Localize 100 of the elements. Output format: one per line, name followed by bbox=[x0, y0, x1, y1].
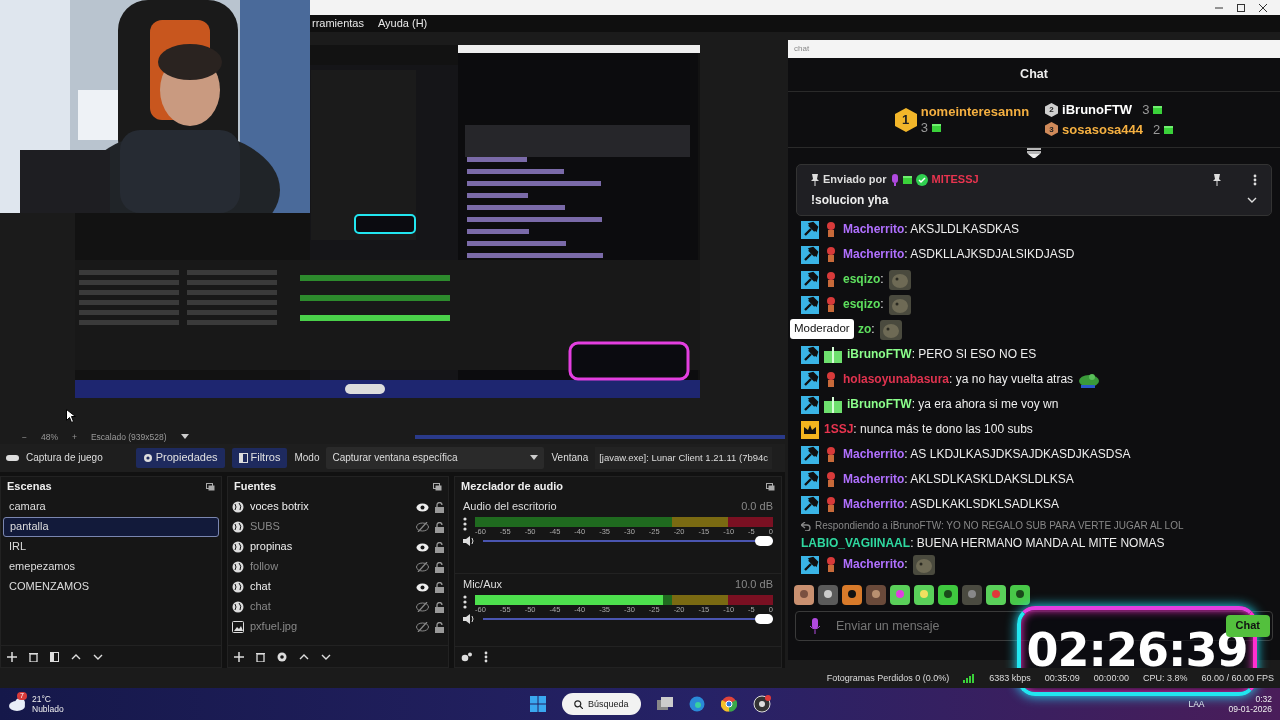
menu-item[interactable]: Ayuda (H) bbox=[377, 16, 428, 31]
emote-icon[interactable] bbox=[938, 585, 958, 605]
speaker-icon[interactable] bbox=[463, 614, 475, 625]
lock-icon[interactable] bbox=[435, 521, 444, 533]
undock-icon[interactable] bbox=[433, 483, 442, 491]
task-view-icon[interactable] bbox=[656, 697, 673, 711]
filters-button[interactable]: Filtros bbox=[231, 448, 288, 468]
mode-dropdown[interactable]: Capturar ventana específica bbox=[326, 447, 545, 469]
microphone-icon bbox=[890, 173, 899, 186]
more-icon[interactable] bbox=[463, 517, 467, 532]
add-icon[interactable] bbox=[234, 651, 244, 662]
more-icon[interactable] bbox=[484, 650, 488, 663]
lock-icon[interactable] bbox=[435, 501, 444, 513]
eye-icon[interactable] bbox=[416, 582, 429, 592]
lock-icon[interactable] bbox=[435, 561, 444, 573]
chevron-up-icon[interactable] bbox=[299, 653, 309, 660]
address-bar[interactable]: chat bbox=[788, 40, 1280, 58]
panel-title: Mezclador de audio bbox=[461, 480, 564, 494]
scene-item[interactable]: pantalla bbox=[3, 517, 219, 537]
gift-icon bbox=[1164, 124, 1174, 134]
emote-icon[interactable] bbox=[818, 585, 838, 605]
close-icon[interactable] bbox=[1258, 2, 1268, 13]
emote-icon[interactable] bbox=[842, 585, 862, 605]
gears-icon[interactable] bbox=[461, 651, 472, 662]
scene-item[interactable]: emepezamos bbox=[3, 557, 219, 577]
menu-item[interactable]: rramientas bbox=[312, 16, 364, 31]
source-item[interactable]: pxfuel.jpg bbox=[250, 620, 410, 634]
clock-time[interactable]: 0:32 bbox=[1255, 693, 1272, 704]
leader-name: nomeinteresannn bbox=[920, 103, 1030, 120]
eye-off-icon[interactable] bbox=[416, 522, 429, 532]
trash-icon[interactable] bbox=[29, 651, 38, 662]
undock-icon[interactable] bbox=[206, 483, 215, 491]
source-item[interactable]: voces botrix bbox=[250, 500, 410, 514]
volume-slider[interactable] bbox=[483, 536, 773, 547]
bitrate: 6383 kbps bbox=[989, 672, 1031, 684]
scene-item[interactable]: camara bbox=[3, 497, 219, 517]
filter-icon[interactable] bbox=[50, 651, 59, 662]
gear-icon[interactable] bbox=[277, 651, 287, 662]
maximize-icon[interactable] bbox=[1236, 2, 1246, 13]
source-item[interactable]: chat bbox=[250, 580, 410, 594]
search-icon bbox=[574, 699, 583, 709]
tooltip: Moderador bbox=[790, 319, 854, 339]
undock-icon[interactable] bbox=[766, 482, 775, 491]
source-item[interactable]: follow bbox=[250, 560, 410, 574]
eye-off-icon[interactable] bbox=[416, 562, 429, 572]
more-icon[interactable] bbox=[463, 595, 467, 610]
eye-off-icon[interactable] bbox=[416, 622, 429, 632]
source-item[interactable]: SUBS bbox=[250, 520, 410, 534]
zoom-level: 48% bbox=[40, 431, 58, 443]
emote-icon[interactable] bbox=[866, 585, 886, 605]
chat-message: LABIO_VAGIINAAL: BUENA HERMANO MANDA AL MITE NOMAS bbox=[801, 536, 1165, 551]
source-item[interactable]: chat bbox=[250, 600, 410, 614]
emote-icon[interactable] bbox=[962, 585, 982, 605]
chevron-down-icon[interactable] bbox=[1247, 196, 1257, 203]
panel-title: Escenas bbox=[7, 480, 52, 494]
speaker-icon[interactable] bbox=[463, 536, 475, 547]
volume-slider[interactable] bbox=[483, 614, 773, 625]
emote-icon[interactable] bbox=[890, 585, 910, 605]
slider-thumb[interactable] bbox=[755, 536, 773, 547]
cloud-icon[interactable] bbox=[8, 697, 28, 711]
properties-button[interactable]: Propiedades bbox=[135, 448, 225, 468]
emote-icon[interactable] bbox=[914, 585, 934, 605]
eye-icon[interactable] bbox=[416, 502, 429, 512]
chevron-down-icon[interactable] bbox=[321, 653, 331, 660]
chevron-up-icon[interactable] bbox=[71, 653, 81, 660]
chevron-down-icon[interactable] bbox=[93, 653, 103, 660]
browser-icon[interactable] bbox=[720, 696, 737, 712]
lock-icon[interactable] bbox=[435, 581, 444, 593]
zoom-out-button[interactable]: − bbox=[22, 431, 27, 443]
clock-date[interactable]: 09-01-2026 bbox=[1228, 704, 1272, 715]
scrollbar[interactable] bbox=[415, 435, 785, 439]
eye-icon[interactable] bbox=[416, 542, 429, 552]
emote-icon[interactable] bbox=[1010, 585, 1030, 605]
caret-icon[interactable] bbox=[180, 434, 189, 440]
lock-icon[interactable] bbox=[435, 541, 444, 553]
browser-icon[interactable] bbox=[688, 696, 705, 712]
slider-thumb[interactable] bbox=[755, 614, 773, 625]
rank-number: 2 bbox=[1049, 104, 1054, 115]
microphone-icon[interactable] bbox=[810, 618, 820, 634]
signal-icon bbox=[963, 673, 976, 683]
language-indicator[interactable]: LAA bbox=[1188, 698, 1205, 710]
emote-icon[interactable] bbox=[794, 585, 814, 605]
lock-icon[interactable] bbox=[435, 601, 444, 613]
search-field[interactable]: Búsqueda bbox=[562, 693, 641, 715]
zoom-in-button[interactable]: + bbox=[72, 431, 77, 443]
window-dropdown[interactable]: [javaw.exe]: Lunar Client 1.21.11 (7b94c bbox=[595, 447, 773, 469]
scroll-down-icon[interactable] bbox=[1027, 148, 1041, 158]
chat-message: Macherrito: AKSJLDLKASDKAS bbox=[843, 222, 1020, 237]
recorder-icon[interactable] bbox=[752, 695, 771, 713]
emote-icon[interactable] bbox=[986, 585, 1006, 605]
scene-item[interactable]: IRL bbox=[3, 537, 219, 557]
leader-name: sosasosa444 bbox=[1062, 121, 1144, 138]
trash-icon[interactable] bbox=[256, 651, 265, 662]
scene-item[interactable]: COMENZAMOS bbox=[3, 577, 219, 597]
pin-icon[interactable] bbox=[1213, 173, 1221, 186]
more-icon[interactable] bbox=[1253, 173, 1257, 186]
add-icon[interactable] bbox=[7, 651, 17, 662]
eye-off-icon[interactable] bbox=[416, 602, 429, 612]
source-item[interactable]: propinas bbox=[250, 540, 410, 554]
lock-icon[interactable] bbox=[435, 621, 444, 633]
